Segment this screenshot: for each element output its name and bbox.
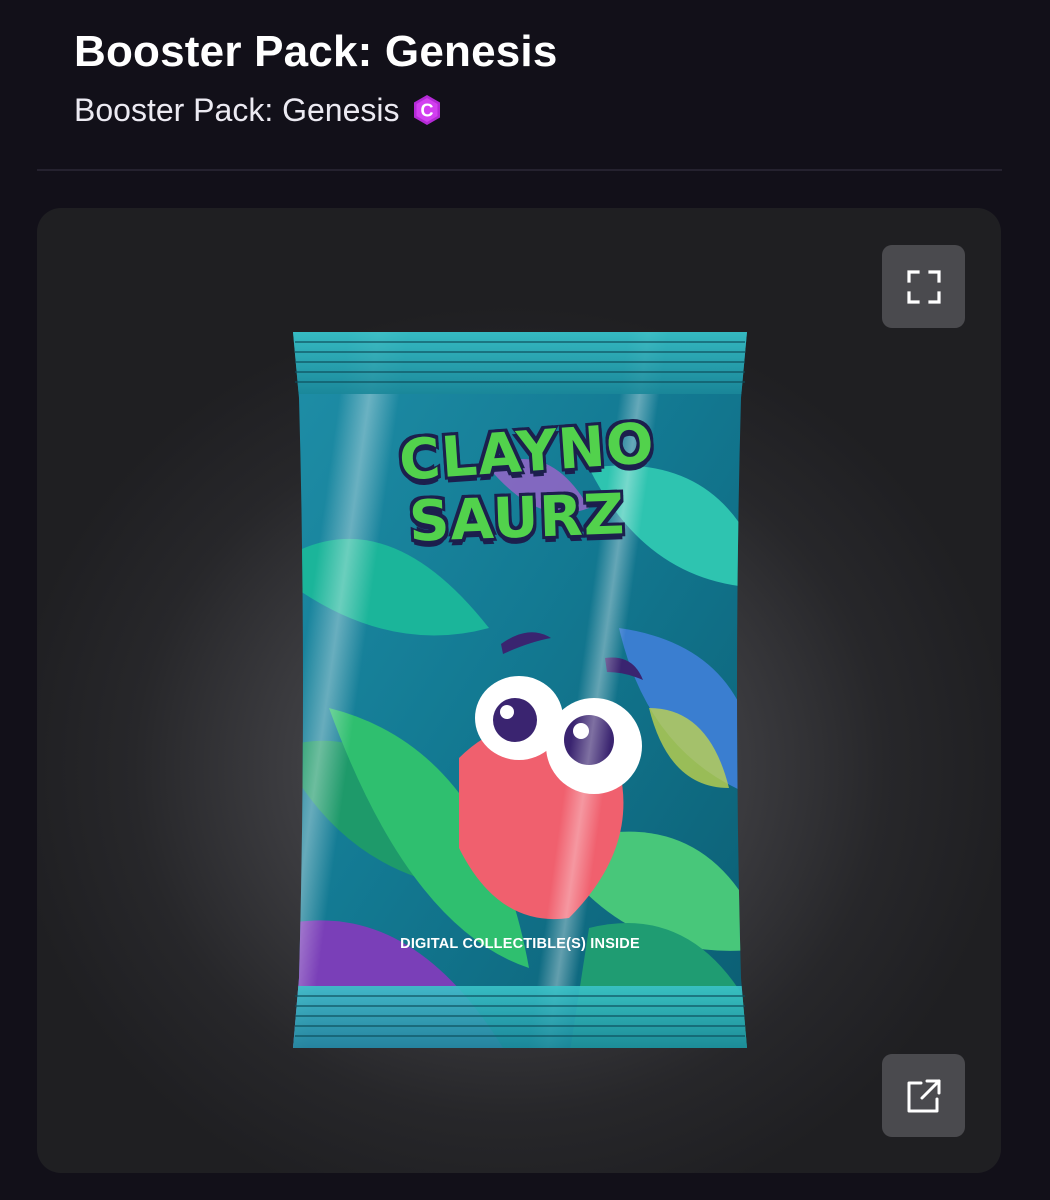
booster-pack-image: CLAYNO SAURZ DIGITAL COLLECTIBLE(S) INSI… bbox=[289, 328, 751, 1052]
badge-letter: C bbox=[421, 101, 434, 121]
fullscreen-button[interactable] bbox=[882, 245, 965, 328]
open-in-new-tab-button[interactable] bbox=[882, 1054, 965, 1137]
page-title: Booster Pack: Genesis bbox=[74, 27, 558, 76]
header-divider bbox=[37, 169, 1002, 171]
pack-footer-text: DIGITAL COLLECTIBLE(S) INSIDE bbox=[400, 936, 640, 952]
collection-badge-icon: C bbox=[411, 94, 443, 126]
collection-link[interactable]: Booster Pack: Genesis C bbox=[74, 90, 443, 130]
collection-name: Booster Pack: Genesis bbox=[74, 92, 400, 128]
pack-logo-line-2: SAURZ bbox=[407, 482, 627, 555]
media-viewer: CLAYNO SAURZ DIGITAL COLLECTIBLE(S) INSI… bbox=[37, 208, 1001, 1173]
fullscreen-expand-icon bbox=[906, 269, 941, 304]
open-external-icon bbox=[907, 1079, 940, 1112]
